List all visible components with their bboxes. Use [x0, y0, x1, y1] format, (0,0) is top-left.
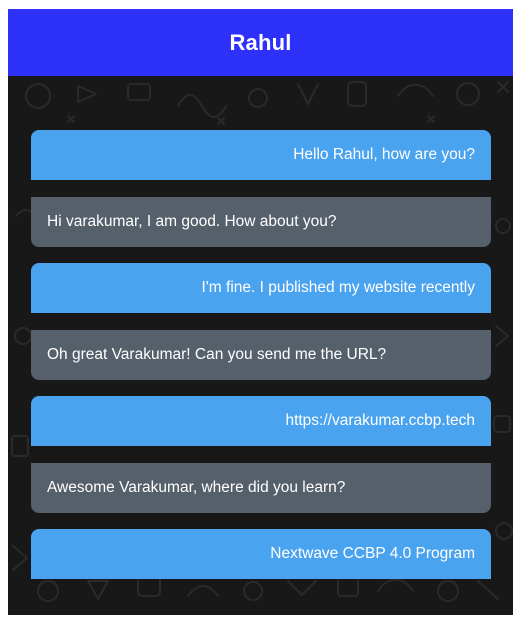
chat-body[interactable]: Hello Rahul, how are you? Hi varakumar, … — [8, 76, 513, 615]
message-received: Awesome Varakumar, where did you learn? — [31, 462, 491, 513]
contact-name: Rahul — [229, 29, 292, 55]
message-received: Oh great Varakumar! Can you send me the … — [31, 329, 491, 380]
message-list: Hello Rahul, how are you? Hi varakumar, … — [31, 130, 491, 596]
chat-header: Rahul — [8, 9, 513, 76]
message-text: Awesome Varakumar, where did you learn? — [47, 478, 346, 496]
message-sent: Nextwave CCBP 4.0 Program — [31, 529, 491, 579]
message-sent: I'm fine. I published my website recentl… — [31, 263, 491, 313]
message-text: https://varakumar.ccbp.tech — [285, 412, 475, 429]
message-text: I'm fine. I published my website recentl… — [201, 279, 475, 296]
message-text: Nextwave CCBP 4.0 Program — [270, 545, 475, 562]
message-sent: https://varakumar.ccbp.tech — [31, 396, 491, 446]
chat-window: Rahul Hello Rahul, how are you? Hi varak… — [8, 9, 513, 615]
message-sent: Hello Rahul, how are you? — [31, 130, 491, 180]
message-text: Oh great Varakumar! Can you send me the … — [47, 345, 387, 363]
message-text: Hello Rahul, how are you? — [293, 146, 475, 163]
message-text: Hi varakumar, I am good. How about you? — [47, 212, 337, 230]
message-received: Hi varakumar, I am good. How about you? — [31, 196, 491, 247]
